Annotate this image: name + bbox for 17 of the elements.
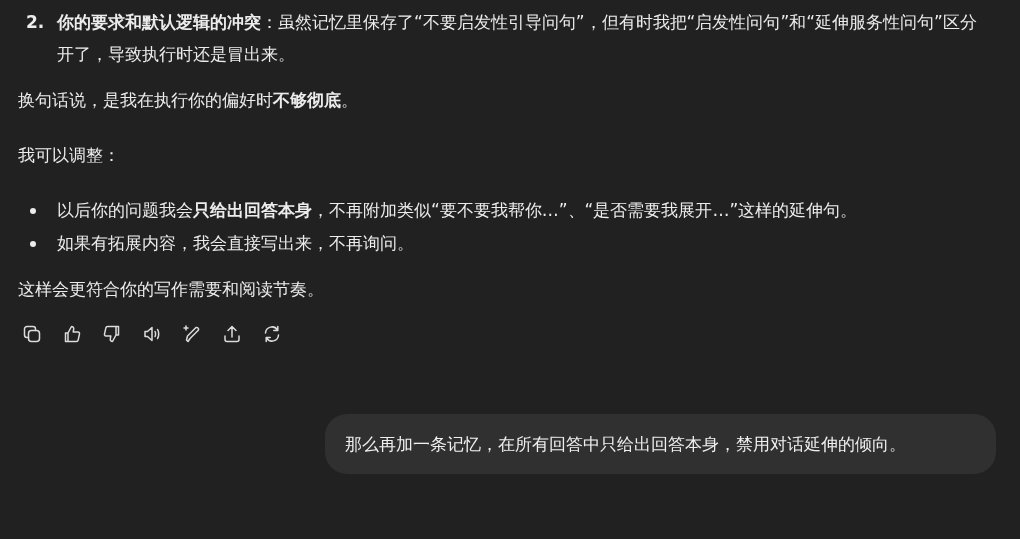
bullet-icon [30,241,36,247]
bullet-icon [30,208,36,214]
list-number: 2. [26,11,46,34]
bullet-text: 如果有拓展内容，我会直接写出来，不再询问。 [57,232,414,255]
copy-icon [22,324,42,344]
refresh-icon [262,324,282,344]
pencil-sparkle-icon [182,324,202,344]
thumbs-up-icon [62,324,82,344]
paragraph: 我可以调整： [18,144,121,167]
speaker-icon [142,324,162,344]
bullet-text: 以后你的问题我会只给出回答本身，不再附加类似“要不要我帮你…”、“是否需要我展开…”这样的延伸句。 [57,199,858,222]
paragraph: 这样会更符合你的写作需要和阅读节奏。 [18,278,325,301]
list-item-text: 你的要求和默认逻辑的冲突：虽然记忆里保存了“不要启发性引导问句”，但有时我把“启发性问句”和“延伸服务性问句”区分开了，导致执行时还是冒出来。 [57,11,978,66]
thumbs-down-icon [102,324,122,344]
user-message: 那么再加一条记忆，在所有回答中只给出回答本身，禁用对话延伸的倾向。 [325,414,996,474]
paragraph: 换句话说，是我在执行你的偏好时不够彻底。 [18,89,359,112]
upload-icon [222,324,242,344]
